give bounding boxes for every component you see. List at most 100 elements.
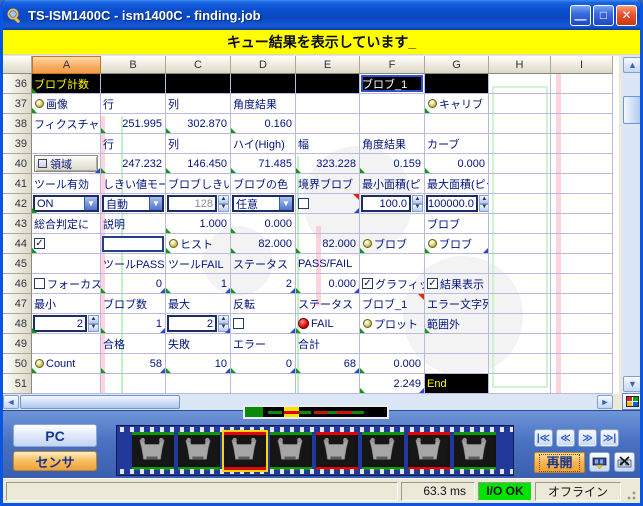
cell-F36[interactable]: ブロブ_1 bbox=[360, 74, 425, 94]
row-header-46[interactable]: 46 bbox=[3, 274, 32, 294]
cell-F37[interactable] bbox=[360, 94, 425, 114]
spinner-C42[interactable]: 128▲▼ bbox=[167, 195, 229, 212]
scroll-up-button[interactable]: ▲ bbox=[623, 57, 642, 73]
cell-H36[interactable] bbox=[489, 74, 551, 94]
cell-I42[interactable] bbox=[551, 194, 613, 214]
cell-H42[interactable] bbox=[489, 194, 551, 214]
cell-C43[interactable]: 1.000 bbox=[166, 214, 231, 234]
cell-C38[interactable]: 302.870 bbox=[166, 114, 231, 134]
cell-E48[interactable]: FAIL bbox=[296, 314, 360, 334]
scroll-left-button[interactable]: ◄ bbox=[3, 395, 19, 409]
cell-D41[interactable]: ブロブの色 bbox=[231, 174, 296, 194]
cell-F45[interactable] bbox=[360, 254, 425, 274]
cell-C42[interactable]: 128▲▼ bbox=[166, 194, 231, 214]
row-header-45[interactable]: 45 bbox=[3, 254, 32, 274]
cell-G42[interactable]: 100000.0▲▼ bbox=[425, 194, 489, 214]
column-header-C[interactable]: C bbox=[166, 56, 231, 74]
column-header-A[interactable]: A bbox=[32, 56, 101, 74]
cell-G47[interactable]: エラー文字列 bbox=[425, 294, 489, 314]
cell-I40[interactable] bbox=[551, 154, 613, 174]
cell-B36[interactable] bbox=[101, 74, 166, 94]
cell-D40[interactable]: 71.485 bbox=[231, 154, 296, 174]
film-frame-7[interactable] bbox=[408, 432, 450, 470]
cell-I47[interactable] bbox=[551, 294, 613, 314]
region-button[interactable]: 領域 bbox=[34, 155, 98, 172]
cell-D37[interactable]: 角度結果 bbox=[231, 94, 296, 114]
spin-up-button[interactable]: ▲ bbox=[88, 315, 99, 324]
cell-I48[interactable] bbox=[551, 314, 613, 334]
row-header-38[interactable]: 38 bbox=[3, 114, 32, 134]
sensor-button[interactable]: センサ bbox=[13, 451, 97, 471]
cell-I49[interactable] bbox=[551, 334, 613, 354]
cell-F49[interactable] bbox=[360, 334, 425, 354]
cell-F47[interactable]: ブロブ_1 bbox=[360, 294, 425, 314]
cell-H40[interactable] bbox=[489, 154, 551, 174]
checkbox-A46[interactable] bbox=[34, 278, 45, 289]
chevron-down-icon[interactable]: ▼ bbox=[279, 197, 292, 210]
cell-F51[interactable]: 2.249 bbox=[360, 374, 425, 394]
column-header-G[interactable]: G bbox=[425, 56, 489, 74]
cell-H46[interactable] bbox=[489, 274, 551, 294]
cell-G40[interactable]: 0.000 bbox=[425, 154, 489, 174]
cell-E46[interactable]: 0.000 bbox=[296, 274, 360, 294]
film-frame-4[interactable] bbox=[270, 432, 312, 470]
pc-button[interactable]: PC bbox=[13, 424, 97, 447]
dropdown-D42[interactable]: 任意▼ bbox=[232, 195, 294, 212]
cell-A47[interactable]: 最小 bbox=[32, 294, 101, 314]
cell-D46[interactable]: 2 bbox=[231, 274, 296, 294]
cell-I44[interactable] bbox=[551, 234, 613, 254]
cell-C48[interactable]: 2▲▼ bbox=[166, 314, 231, 334]
cell-A44[interactable]: ✓ bbox=[32, 234, 101, 254]
minimize-button[interactable]: — bbox=[570, 5, 591, 26]
column-header-H[interactable]: H bbox=[489, 56, 551, 74]
cell-D49[interactable]: エラー bbox=[231, 334, 296, 354]
cell-B37[interactable]: 行 bbox=[101, 94, 166, 114]
scroll-right-button[interactable]: ► bbox=[597, 395, 613, 409]
cell-E51[interactable] bbox=[296, 374, 360, 394]
spinner-C48[interactable]: 2▲▼ bbox=[167, 315, 229, 332]
cell-B45[interactable]: ツールPASS bbox=[101, 254, 166, 274]
cell-G37[interactable]: キャリブ bbox=[425, 94, 489, 114]
spin-down-button[interactable]: ▼ bbox=[412, 204, 423, 213]
spin-up-button[interactable]: ▲ bbox=[218, 315, 229, 324]
cell-F50[interactable]: 0.000 bbox=[360, 354, 425, 374]
row-header-50[interactable]: 50 bbox=[3, 354, 32, 374]
cell-G50[interactable] bbox=[425, 354, 489, 374]
cell-B41[interactable]: しきい値モー bbox=[101, 174, 166, 194]
spin-down-button[interactable]: ▼ bbox=[218, 204, 229, 213]
cell-C39[interactable]: 列 bbox=[166, 134, 231, 154]
spinner-F42[interactable]: 100.0▲▼ bbox=[361, 195, 423, 212]
cell-C36[interactable] bbox=[166, 74, 231, 94]
cell-G43[interactable]: ブロブ bbox=[425, 214, 489, 234]
cell-G44[interactable]: ブロブ bbox=[425, 234, 489, 254]
horizontal-scroll-thumb[interactable] bbox=[20, 395, 180, 409]
nav-last-button[interactable]: ≫| bbox=[600, 429, 619, 447]
clear-images-button[interactable] bbox=[614, 452, 635, 472]
cell-A48[interactable]: 2▲▼ bbox=[32, 314, 101, 334]
column-header-D[interactable]: D bbox=[231, 56, 296, 74]
cell-G39[interactable]: カーブ bbox=[425, 134, 489, 154]
spin-up-button[interactable]: ▲ bbox=[479, 195, 489, 204]
checkbox-G46[interactable]: ✓ bbox=[427, 278, 438, 289]
cell-D36[interactable] bbox=[231, 74, 296, 94]
vertical-scrollbar[interactable]: ▲ ▼ bbox=[622, 56, 643, 393]
save-image-button[interactable] bbox=[589, 452, 610, 472]
cell-A49[interactable] bbox=[32, 334, 101, 354]
cell-I45[interactable] bbox=[551, 254, 613, 274]
cell-C46[interactable]: 1 bbox=[166, 274, 231, 294]
nav-prev-button[interactable]: ≪ bbox=[556, 429, 575, 447]
film-frame-2[interactable] bbox=[178, 432, 220, 470]
spin-up-button[interactable]: ▲ bbox=[218, 195, 229, 204]
cell-C40[interactable]: 146.450 bbox=[166, 154, 231, 174]
chevron-down-icon[interactable]: ▼ bbox=[84, 197, 97, 210]
checkbox-E42[interactable] bbox=[298, 198, 309, 209]
cell-E45[interactable]: PASS/FAIL bbox=[296, 254, 360, 274]
cell-D42[interactable]: 任意▼ bbox=[231, 194, 296, 214]
cell-C49[interactable]: 失敗 bbox=[166, 334, 231, 354]
vertical-scroll-thumb[interactable] bbox=[623, 96, 642, 124]
cell-I39[interactable] bbox=[551, 134, 613, 154]
cell-H37[interactable] bbox=[489, 94, 551, 114]
cell-A41[interactable]: ツール有効 bbox=[32, 174, 101, 194]
cell-B47[interactable]: ブロブ数 bbox=[101, 294, 166, 314]
cell-C45[interactable]: ツールFAIL bbox=[166, 254, 231, 274]
